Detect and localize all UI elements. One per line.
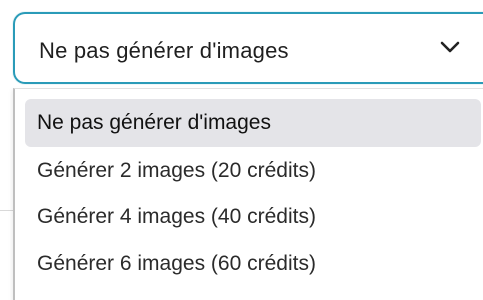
option-6-images[interactable]: Générer 6 images (60 crédits) <box>25 240 481 288</box>
chevron-down-icon[interactable] <box>439 40 461 54</box>
page: Ne pas générer d'images Ne pas générer d… <box>0 0 483 300</box>
option-2-images[interactable]: Générer 2 images (20 crédits) <box>25 147 481 195</box>
image-generation-select[interactable]: Ne pas générer d'images <box>13 12 483 84</box>
dropdown-menu: Ne pas générer d'images Générer 2 images… <box>13 88 483 300</box>
select-current-value: Ne pas générer d'images <box>39 38 289 63</box>
option-4-images[interactable]: Générer 4 images (40 crédits) <box>25 193 481 241</box>
option-no-images[interactable]: Ne pas générer d'images <box>25 99 481 147</box>
divider <box>0 210 14 211</box>
